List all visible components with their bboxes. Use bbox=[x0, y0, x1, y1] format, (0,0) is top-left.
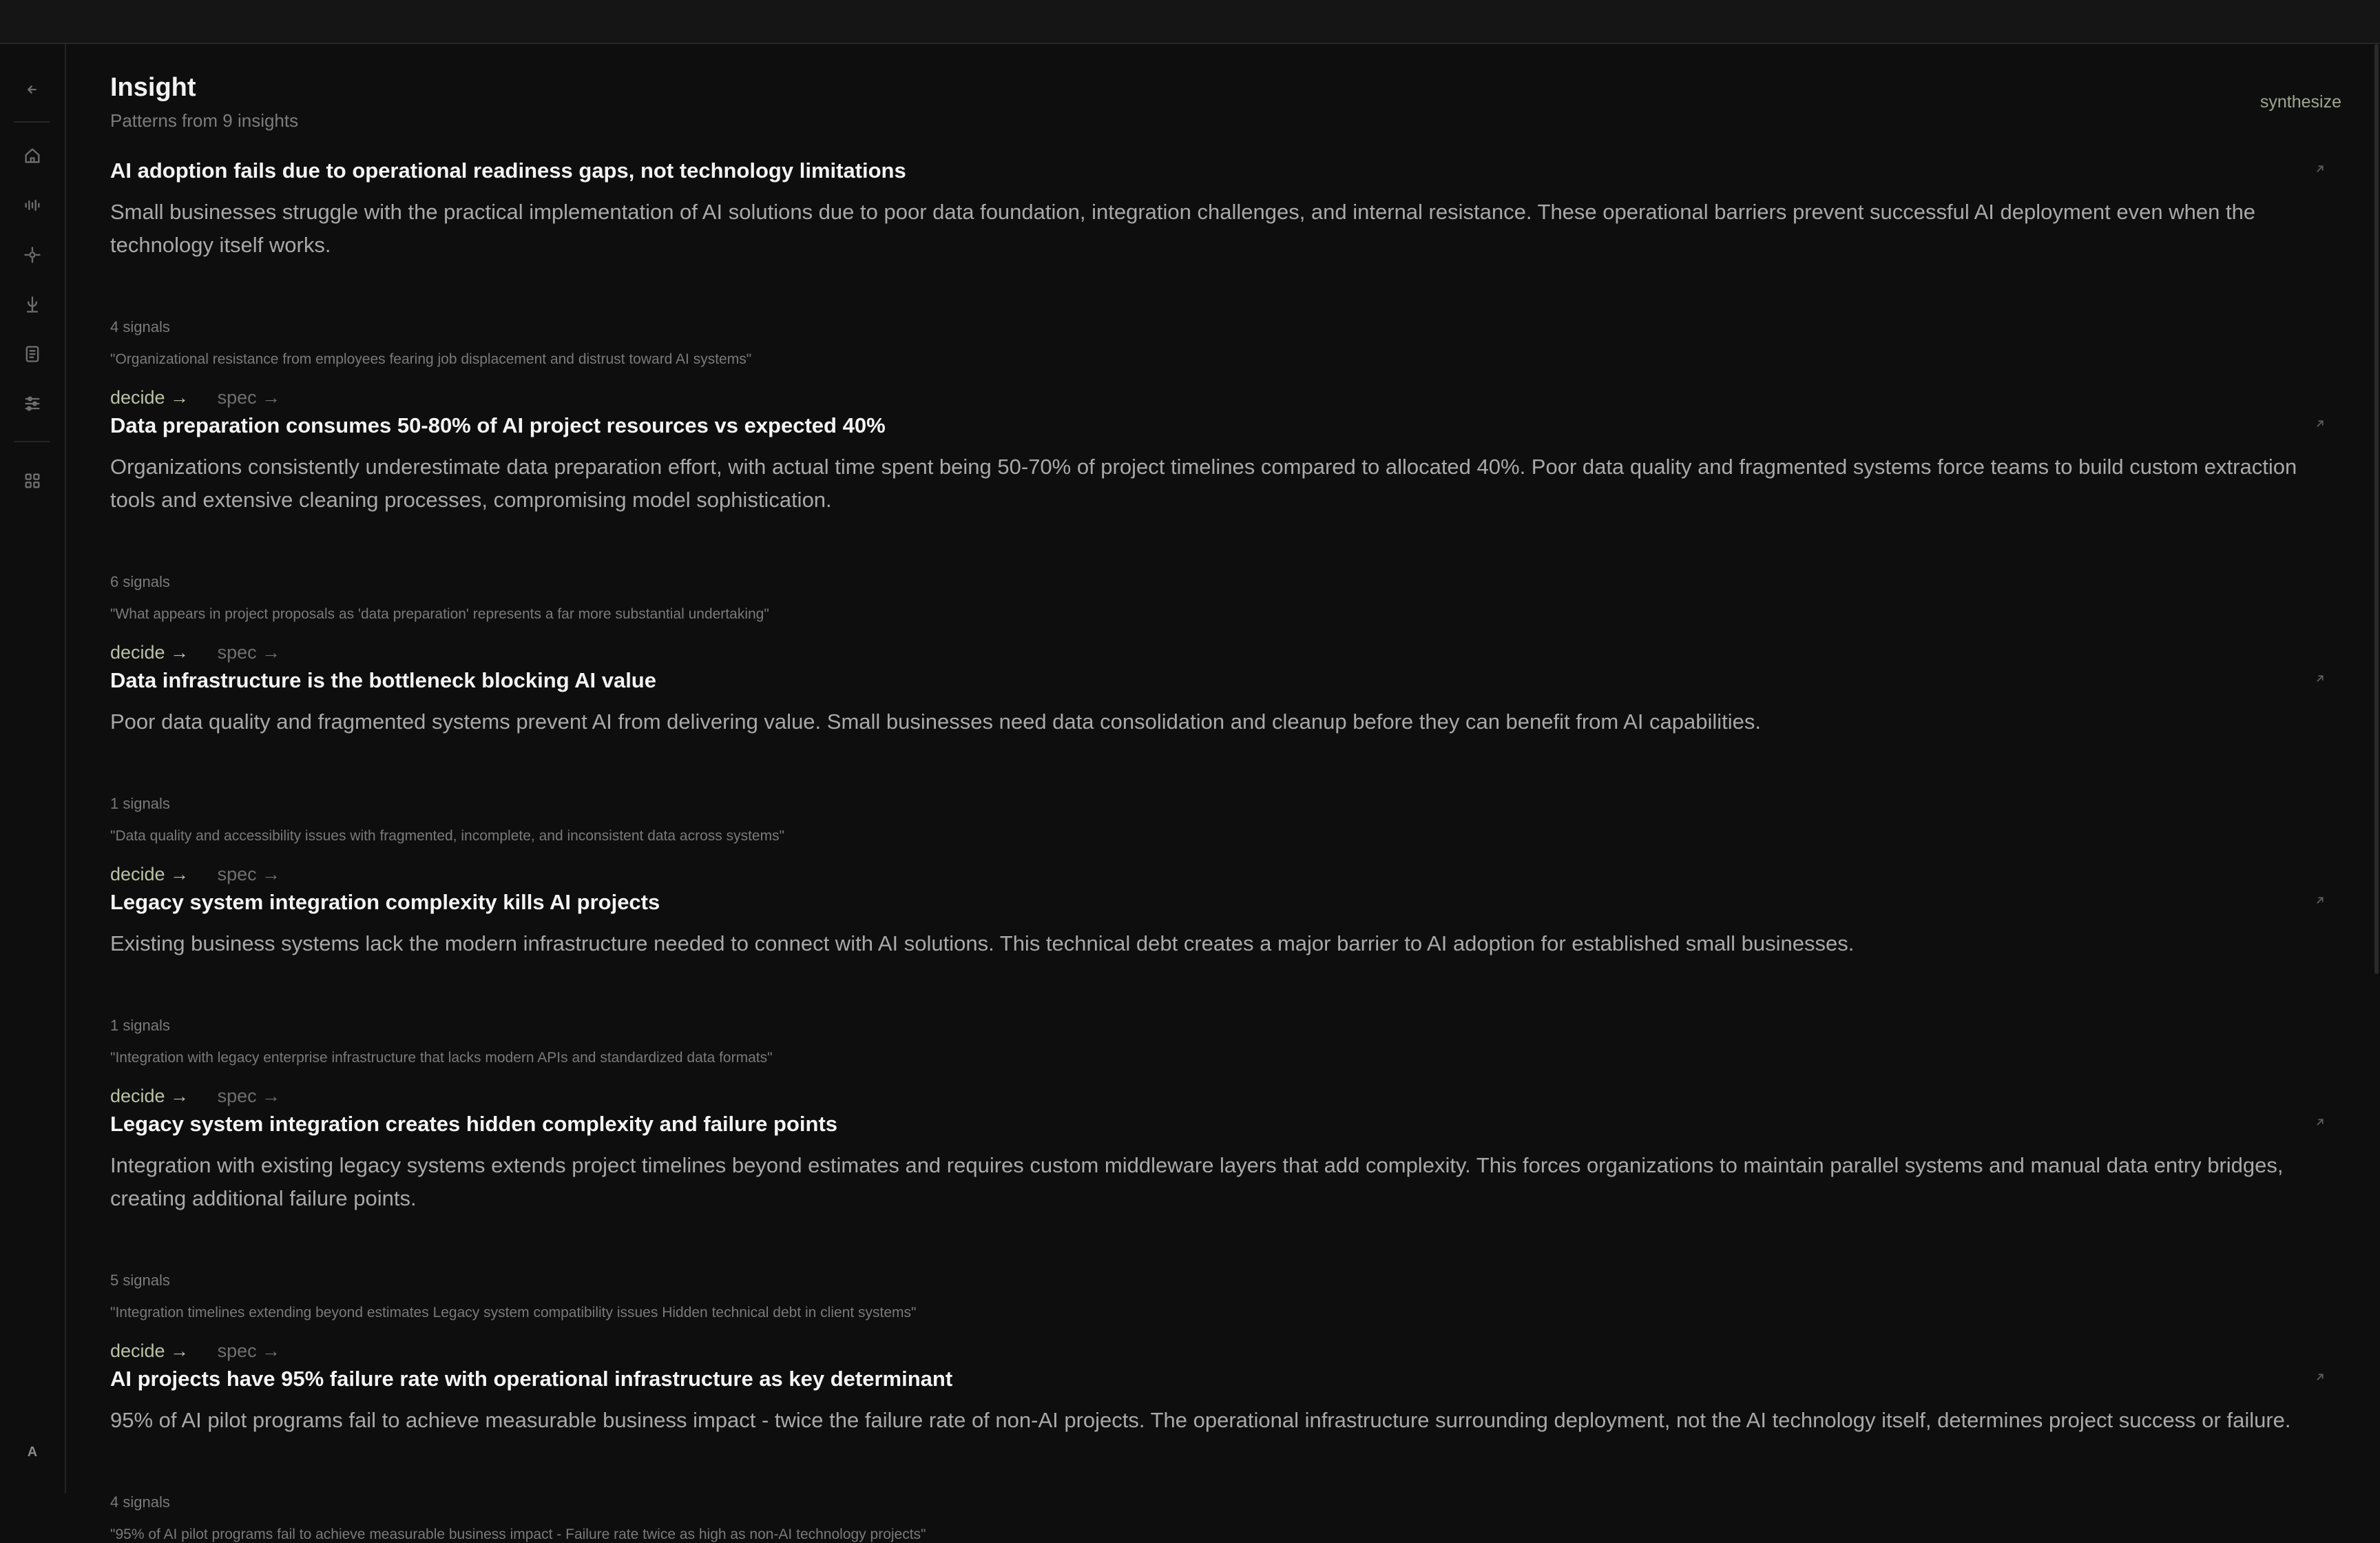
sidebar-item-home[interactable] bbox=[20, 143, 45, 168]
insight-quote: "Integration with legacy enterprise infr… bbox=[110, 1050, 773, 1066]
sidebar-item-decisions[interactable] bbox=[20, 292, 45, 317]
insight-quote: "Data quality and accessibility issues w… bbox=[110, 828, 785, 844]
sidebar-item-apps[interactable] bbox=[20, 468, 45, 493]
insight-title[interactable]: Legacy system integration complexity kil… bbox=[110, 890, 660, 915]
signal-count: 1 signals bbox=[110, 795, 170, 812]
page-title: Insight bbox=[110, 73, 196, 102]
fork-icon bbox=[26, 296, 39, 313]
decide-link[interactable]: decide → bbox=[110, 387, 189, 408]
insight-body: Small businesses struggle with the pract… bbox=[110, 200, 2256, 257]
insight-quote: "95% of AI pilot programs fail to achiev… bbox=[110, 1526, 926, 1542]
insight-title[interactable]: AI adoption fails due to operational rea… bbox=[110, 158, 906, 183]
sliders-icon bbox=[25, 396, 40, 411]
scrollbar[interactable] bbox=[2374, 44, 2379, 974]
card-actions: decide → spec → bbox=[110, 642, 280, 663]
spec-link[interactable]: spec → bbox=[218, 387, 281, 408]
arrow-left-icon bbox=[28, 85, 36, 94]
signal-count: 1 signals bbox=[110, 1017, 170, 1034]
signal-count: 4 signals bbox=[110, 318, 170, 335]
signal-count: 5 signals bbox=[110, 1272, 170, 1289]
sidebar-item-settings[interactable] bbox=[20, 391, 45, 416]
home-icon bbox=[25, 148, 40, 163]
sidebar-item-signals[interactable] bbox=[20, 193, 45, 218]
grid-icon bbox=[25, 473, 40, 488]
decide-link[interactable]: decide → bbox=[110, 1086, 189, 1106]
open-external-icon[interactable] bbox=[2313, 416, 2328, 431]
waveform-icon bbox=[25, 199, 40, 211]
insight-body: Organizations consistently underestimate… bbox=[110, 455, 2297, 512]
open-external-icon[interactable] bbox=[2313, 1115, 2328, 1130]
avatar[interactable]: A bbox=[20, 1440, 45, 1464]
synthesize-button[interactable]: synthesize bbox=[2260, 92, 2341, 112]
document-icon bbox=[25, 346, 39, 362]
open-external-icon[interactable] bbox=[2313, 1369, 2328, 1385]
sidebar-item-specs[interactable] bbox=[20, 342, 45, 366]
decide-link[interactable]: decide → bbox=[110, 1340, 189, 1361]
insight-title[interactable]: Data preparation consumes 50-80% of AI p… bbox=[110, 413, 886, 438]
insight-title[interactable]: AI projects have 95% failure rate with o… bbox=[110, 1367, 952, 1391]
signal-count: 6 signals bbox=[110, 573, 170, 590]
insight-body: Poor data quality and fragmented systems… bbox=[110, 710, 1762, 734]
signal-count: 4 signals bbox=[110, 1493, 170, 1511]
insight-quote: "Integration timelines extending beyond … bbox=[110, 1305, 917, 1321]
insight-quote: "What appears in project proposals as 'd… bbox=[110, 606, 769, 622]
crosshair-icon bbox=[24, 247, 41, 263]
page-subtitle: Patterns from 9 insights bbox=[110, 110, 299, 131]
card-actions: decide → spec → bbox=[110, 387, 280, 408]
card-actions: decide → spec → bbox=[110, 864, 280, 885]
insight-body: Integration with existing legacy systems… bbox=[110, 1153, 2284, 1210]
insight-body: 95% of AI pilot programs fail to achieve… bbox=[110, 1408, 2291, 1432]
insight-quote: "Organizational resistance from employee… bbox=[110, 351, 752, 367]
sidebar-item-insights[interactable] bbox=[20, 242, 45, 267]
sidebar: A bbox=[0, 44, 66, 1493]
sidebar-divider bbox=[14, 441, 50, 442]
top-bar bbox=[0, 0, 2380, 44]
insight-body: Existing business systems lack the moder… bbox=[110, 931, 1855, 955]
decide-link[interactable]: decide → bbox=[110, 642, 189, 663]
open-external-icon[interactable] bbox=[2313, 893, 2328, 908]
decide-link[interactable]: decide → bbox=[110, 864, 189, 884]
spec-link[interactable]: spec → bbox=[218, 1086, 281, 1106]
sidebar-divider bbox=[14, 121, 50, 123]
back-arrow-icon[interactable] bbox=[20, 77, 45, 102]
spec-link[interactable]: spec → bbox=[218, 1340, 281, 1361]
spec-link[interactable]: spec → bbox=[218, 642, 281, 663]
open-external-icon[interactable] bbox=[2313, 671, 2328, 686]
card-actions: decide → spec → bbox=[110, 1340, 280, 1362]
insight-title[interactable]: Legacy system integration creates hidden… bbox=[110, 1112, 837, 1137]
open-external-icon[interactable] bbox=[2313, 161, 2328, 176]
insight-title[interactable]: Data infrastructure is the bottleneck bl… bbox=[110, 668, 656, 693]
card-actions: decide → spec → bbox=[110, 1086, 280, 1107]
spec-link[interactable]: spec → bbox=[218, 864, 281, 884]
